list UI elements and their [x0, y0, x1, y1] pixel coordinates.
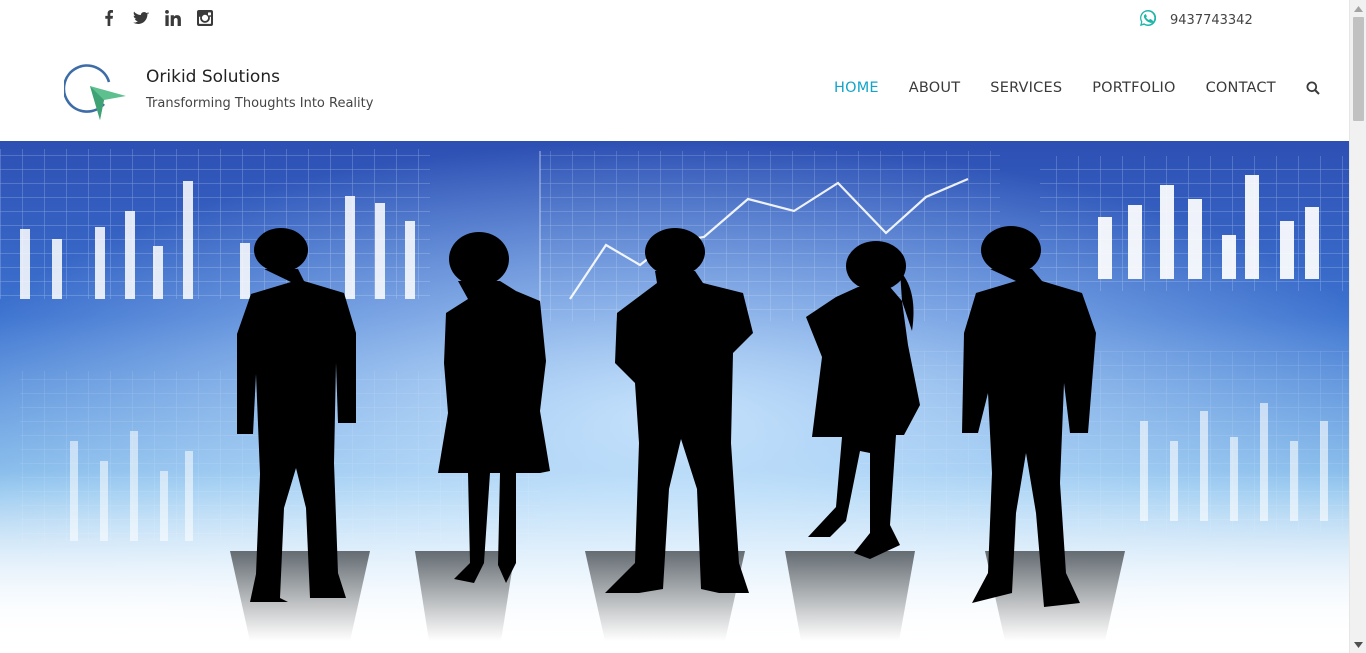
brand-name[interactable]: Orikid Solutions [146, 67, 280, 87]
instagram-link[interactable] [196, 8, 214, 28]
nav-about[interactable]: ABOUT [909, 80, 961, 96]
linkedin-icon [165, 10, 181, 26]
twitter-link[interactable] [132, 8, 150, 28]
social-links [100, 8, 214, 28]
facebook-icon [105, 10, 113, 26]
facebook-link[interactable] [100, 8, 118, 28]
whatsapp-icon [1140, 9, 1157, 31]
nav-services[interactable]: SERVICES [990, 80, 1062, 96]
nav-home[interactable]: HOME [834, 80, 879, 96]
search-icon [1306, 81, 1320, 95]
scroll-up-arrow-icon[interactable] [1350, 0, 1366, 17]
hero-image [0, 141, 1349, 641]
phone-contact[interactable]: 9437743342 [1140, 9, 1253, 31]
main-nav: HOME ABOUT SERVICES PORTFOLIO CONTACT [834, 80, 1320, 96]
nav-contact[interactable]: CONTACT [1206, 80, 1276, 96]
instagram-icon [197, 10, 213, 26]
page: 9437743342 Orikid Solutions Transforming… [0, 0, 1349, 653]
vertical-scrollbar[interactable] [1349, 0, 1366, 653]
phone-number: 9437743342 [1170, 13, 1253, 28]
top-bar: 9437743342 [0, 0, 1349, 40]
scrollbar-thumb[interactable] [1353, 17, 1364, 121]
scroll-down-arrow-icon[interactable] [1350, 636, 1366, 653]
search-button[interactable] [1306, 81, 1320, 95]
nav-portfolio[interactable]: PORTFOLIO [1092, 80, 1175, 96]
linkedin-link[interactable] [164, 8, 182, 28]
brand-logo[interactable] [62, 62, 128, 122]
hero-banner [0, 141, 1349, 641]
twitter-icon [133, 11, 149, 24]
brand-tagline: Transforming Thoughts Into Reality [146, 96, 374, 111]
site-header: Orikid Solutions Transforming Thoughts I… [0, 40, 1349, 141]
section-divider [0, 641, 1349, 653]
